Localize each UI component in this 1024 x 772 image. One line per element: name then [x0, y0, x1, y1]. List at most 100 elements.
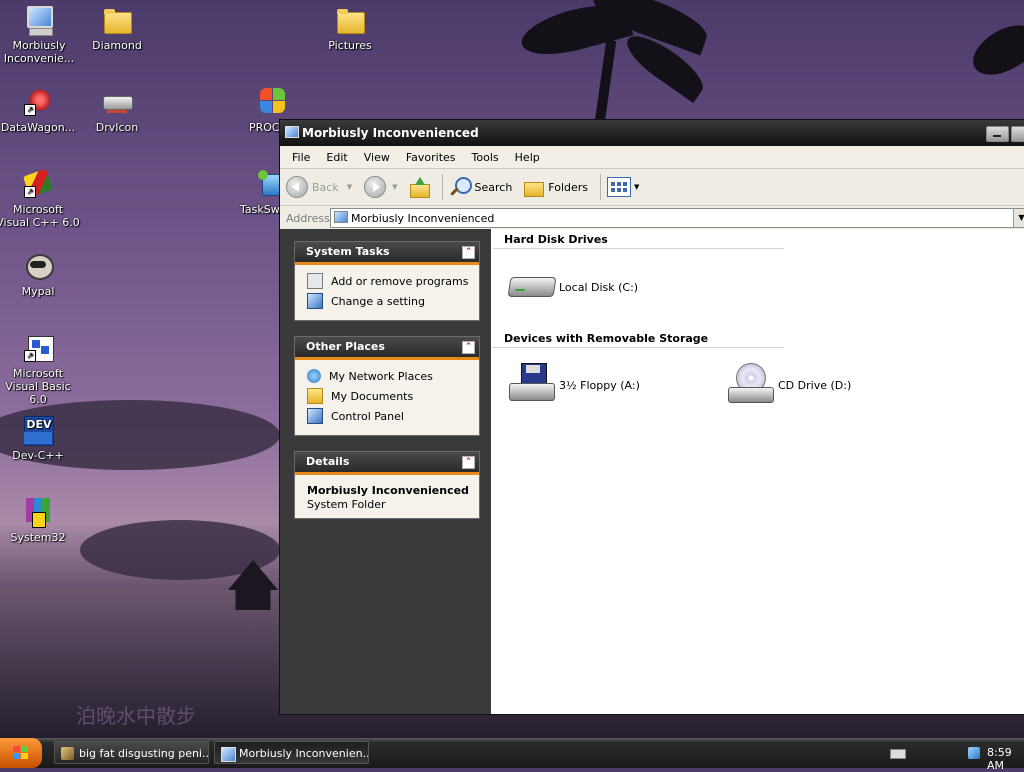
views-button[interactable]: ▼	[607, 177, 639, 197]
menu-edit[interactable]: Edit	[318, 151, 355, 164]
datawagon-shortcut-icon: ↗	[22, 86, 54, 118]
up-folder-icon	[408, 176, 430, 198]
group-removable-storage: Devices with Removable Storage	[493, 332, 784, 348]
keyboard-icon[interactable]	[890, 749, 906, 759]
folders-button[interactable]: Folders	[522, 176, 588, 198]
menu-bar: File Edit View Favorites Tools Help	[280, 146, 1024, 169]
other-places-header[interactable]: Other Places ⌃	[295, 337, 479, 360]
toolbar-separator	[600, 174, 602, 200]
computer-icon	[221, 747, 236, 762]
forward-arrow-icon	[364, 176, 387, 198]
desktop-icon-visual-cpp[interactable]: ↗ Microsoft Visual C++ 6.0	[0, 168, 80, 229]
group-hard-disk-drives: Hard Disk Drives	[493, 233, 784, 249]
collapse-icon[interactable]: ⌃	[462, 341, 475, 354]
search-icon	[449, 176, 472, 198]
menu-view[interactable]: View	[356, 151, 398, 164]
documents-folder-icon	[307, 388, 323, 404]
taskbar-button-explorer[interactable]: Morbiusly Inconvenien...	[214, 741, 369, 764]
clock[interactable]: 8:59 AM	[987, 746, 1024, 772]
computer-icon	[23, 4, 55, 36]
search-button[interactable]: Search	[449, 176, 512, 198]
window-titlebar[interactable]: Morbiusly Inconvenienced	[280, 120, 1024, 146]
windows-logo-icon	[13, 746, 29, 760]
drive-local-disk-c[interactable]: Local Disk (C:)	[507, 263, 638, 311]
task-change-setting[interactable]: Change a setting	[295, 291, 479, 311]
visual-cpp-icon: ↗	[22, 168, 54, 200]
drive-cd-d[interactable]: CD Drive (D:)	[726, 361, 851, 409]
collapse-icon[interactable]: ⌃	[462, 246, 475, 259]
hard-disk-icon	[507, 263, 557, 311]
details-name: Morbiusly Inconvenienced	[307, 484, 469, 497]
proc-shortcut-icon	[256, 86, 288, 118]
task-pane: System Tasks ⌃ Add or remove programs Ch…	[280, 229, 491, 714]
wallpaper-watermark: 泊晚水中散步	[76, 704, 196, 728]
place-my-network-places[interactable]: My Network Places	[295, 366, 479, 386]
computer-icon	[285, 126, 299, 140]
chevron-down-icon: ▼	[392, 183, 398, 191]
up-folder-button[interactable]	[408, 176, 430, 198]
desktop-icon-system32[interactable]: System32	[0, 496, 80, 544]
menu-file[interactable]: File	[284, 151, 318, 164]
toolbar: Back ▼ ▼ Search Folders ▼	[280, 169, 1024, 206]
archive-icon	[22, 496, 54, 528]
content-pane: Hard Disk Drives Local Disk (C:) Devices…	[491, 229, 1024, 714]
place-control-panel[interactable]: Control Panel	[295, 406, 479, 426]
taskbar-button-image-viewer[interactable]: big fat disgusting peni...	[54, 741, 209, 764]
desktop-icon-diamond[interactable]: Diamond	[75, 4, 159, 52]
details-header[interactable]: Details ⌃	[295, 452, 479, 475]
add-remove-programs-icon	[307, 273, 323, 289]
drive-icon	[101, 86, 133, 118]
desktop-icon-pictures[interactable]: Pictures	[308, 4, 392, 52]
chevron-down-icon: ▼	[634, 183, 640, 191]
start-button[interactable]	[0, 738, 42, 768]
other-places-panel: Other Places ⌃ My Network Places My Docu…	[294, 336, 480, 436]
desktop-icon-datawagon[interactable]: ↗ DataWagon...	[0, 86, 80, 134]
mypal-icon	[22, 250, 54, 282]
explorer-window: Morbiusly Inconvenienced File Edit View …	[279, 119, 1024, 715]
maximize-button[interactable]	[1011, 126, 1024, 142]
task-add-remove-programs[interactable]: Add or remove programs	[295, 271, 479, 291]
taskbar: big fat disgusting peni... Morbiusly Inc…	[0, 738, 1024, 772]
folder-icon	[101, 4, 133, 36]
folders-icon	[522, 176, 545, 198]
desktop-icon-mypal[interactable]: Mypal	[0, 250, 80, 298]
wallpaper-palm	[593, 39, 617, 131]
address-bar: Address Morbiusly Inconvenienced ▼	[280, 206, 1024, 231]
visual-basic-icon: ↗	[22, 332, 54, 364]
system-tasks-header[interactable]: System Tasks ⌃	[295, 242, 479, 265]
control-panel-icon	[307, 293, 323, 309]
menu-favorites[interactable]: Favorites	[398, 151, 464, 164]
folder-icon	[334, 4, 366, 36]
control-panel-icon	[307, 408, 323, 424]
place-my-documents[interactable]: My Documents	[295, 386, 479, 406]
desktop-icon-drvicon[interactable]: DrvIcon	[75, 86, 159, 134]
views-grid-icon	[607, 177, 632, 197]
window-title: Morbiusly Inconvenienced	[302, 126, 479, 140]
system-tasks-panel: System Tasks ⌃ Add or remove programs Ch…	[294, 241, 480, 321]
desktop-icon-visual-basic[interactable]: ↗ Microsoft Visual Basic 6.0	[0, 332, 80, 406]
network-tray-icon[interactable]	[968, 747, 980, 759]
address-input[interactable]: Morbiusly Inconvenienced ▼	[330, 208, 1024, 228]
address-dropdown-button[interactable]: ▼	[1013, 209, 1024, 227]
back-arrow-icon	[286, 176, 308, 198]
details-type: System Folder	[307, 498, 386, 511]
floppy-drive-icon	[507, 361, 555, 409]
devcpp-icon: DEV	[22, 414, 54, 446]
computer-icon	[334, 211, 348, 223]
back-button[interactable]: Back ▼	[286, 176, 352, 198]
menu-help[interactable]: Help	[507, 151, 548, 164]
cd-drive-icon	[726, 361, 774, 409]
minimize-button[interactable]	[986, 126, 1009, 142]
image-viewer-icon	[61, 747, 74, 760]
menu-tools[interactable]: Tools	[464, 151, 507, 164]
network-icon	[307, 369, 321, 383]
minimize-icon	[993, 135, 1001, 137]
system-tray: 8:59 AM	[874, 738, 1024, 772]
desktop-icon-my-computer[interactable]: Morbiusly Inconvenie...	[0, 4, 81, 65]
desktop-icon-devcpp[interactable]: DEV Dev-C++	[0, 414, 80, 462]
collapse-icon[interactable]: ⌃	[462, 456, 475, 469]
wallpaper-palm-leaf	[964, 15, 1024, 85]
forward-button[interactable]: ▼	[364, 176, 398, 198]
drive-floppy-a[interactable]: 3½ Floppy (A:)	[507, 361, 640, 409]
chevron-down-icon: ▼	[346, 183, 353, 191]
